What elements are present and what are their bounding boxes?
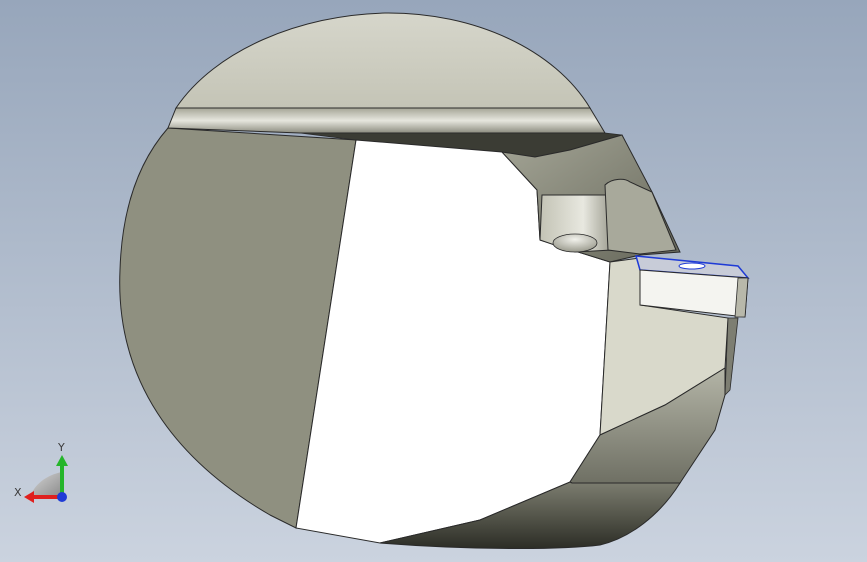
triad-z-dot: [57, 492, 67, 502]
triad-y-label: Y: [58, 441, 65, 454]
cad-viewport[interactable]: Y X: [0, 0, 867, 562]
insert-hole: [678, 262, 706, 270]
model-render[interactable]: [0, 0, 867, 562]
triad-x-label: X: [14, 486, 22, 499]
fillet-highlight: [552, 233, 598, 253]
top-lip-edge: [167, 107, 606, 134]
